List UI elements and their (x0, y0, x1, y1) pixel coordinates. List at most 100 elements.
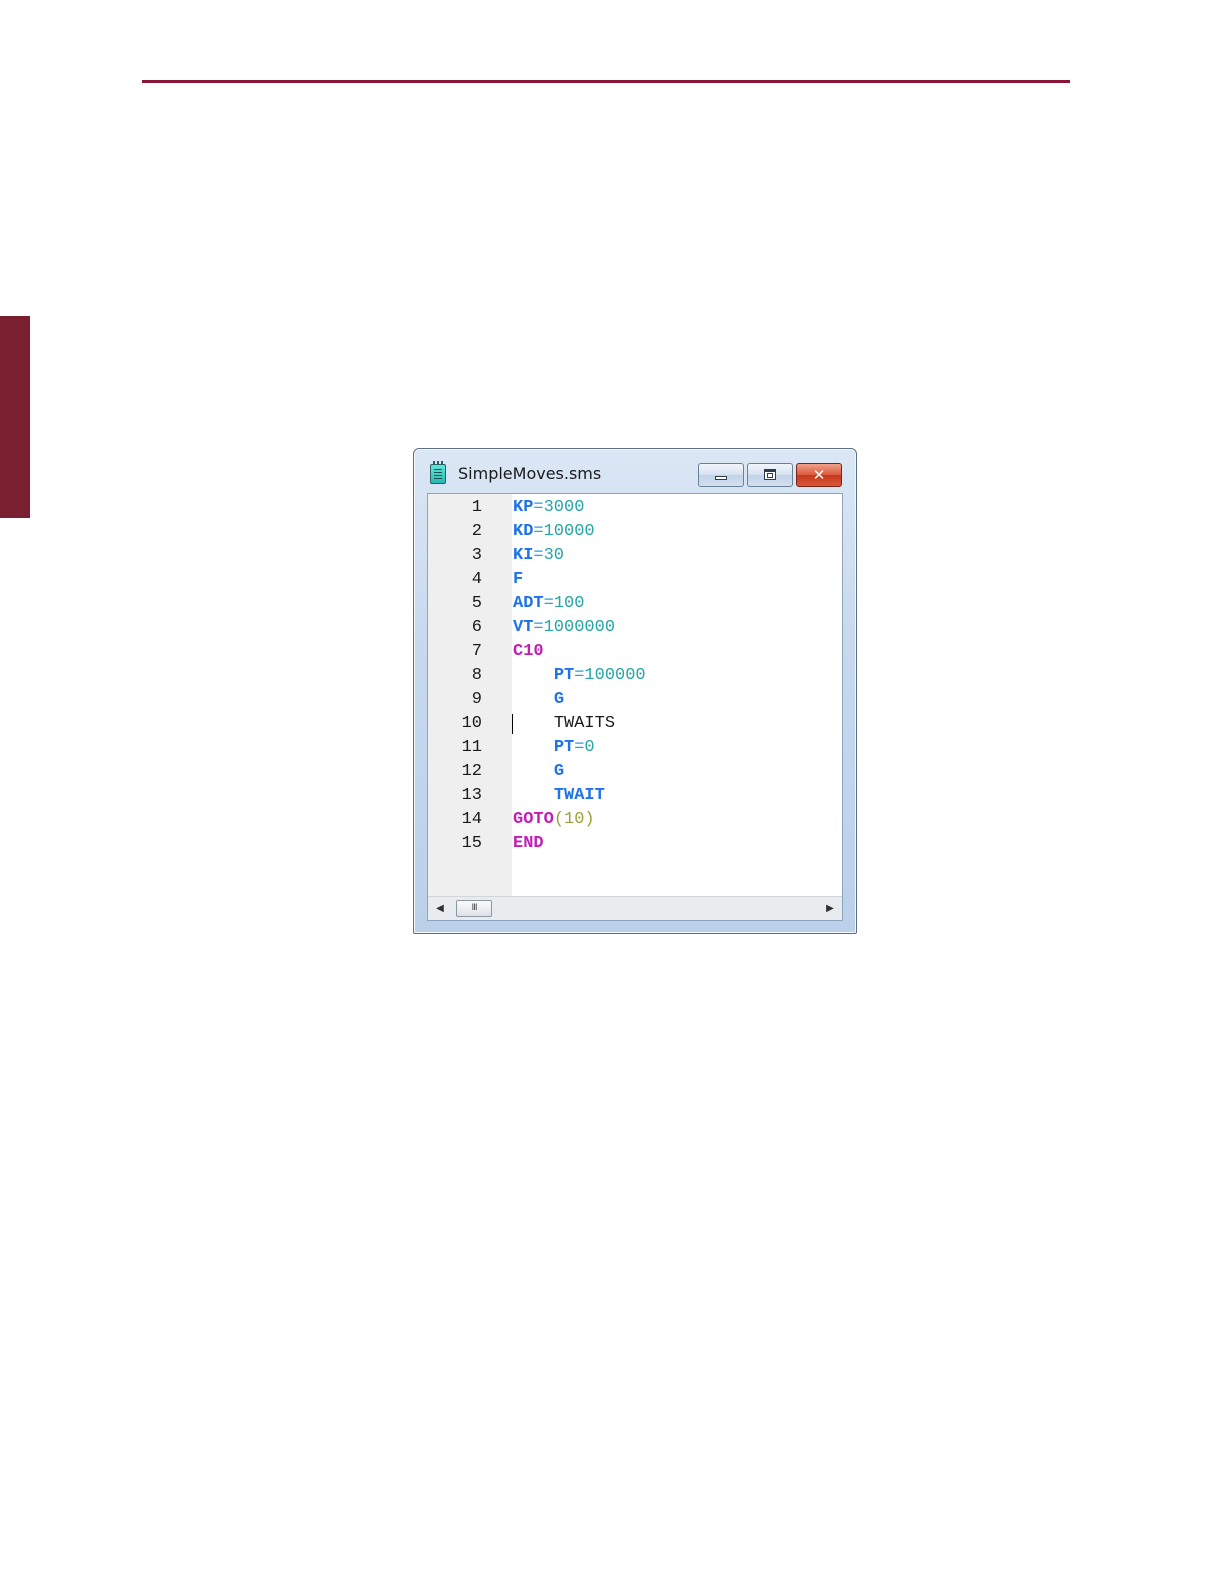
code-text: TWAITS (513, 712, 615, 736)
code-line[interactable]: 1 KP=3000 (428, 496, 842, 520)
close-icon: ✕ (812, 466, 826, 484)
text-caret (512, 714, 513, 734)
line-number: 1 (471, 498, 482, 517)
code-text: G (513, 688, 564, 712)
code-token: F (513, 570, 524, 589)
code-token: TWAIT (553, 786, 605, 805)
code-line[interactable]: 8 PT=100000 (428, 664, 842, 688)
code-token: PT (553, 738, 575, 757)
code-token: 30 (543, 546, 565, 565)
code-line[interactable]: 14 GOTO(10) (428, 808, 842, 832)
line-number: 15 (461, 834, 482, 853)
code-token: 100 (553, 594, 585, 613)
line-number: 2 (471, 522, 482, 541)
code-text: G (513, 760, 564, 784)
code-line[interactable]: 9 G (428, 688, 842, 712)
code-token: GOTO (513, 810, 554, 829)
scroll-thumb[interactable]: III (456, 900, 492, 917)
code-text: KD=10000 (513, 520, 595, 544)
code-token: G (553, 690, 565, 709)
code-token: = (574, 738, 585, 757)
code-line[interactable]: 4F (428, 568, 842, 592)
code-token: 100000 (584, 666, 646, 685)
code-line[interactable]: 7 C10 (428, 640, 842, 664)
code-lines: 1 KP=3000 2 KD=10000 3 KI=30 4 F 5 ADT=100 6 VT=100… (428, 496, 842, 856)
code-token: = (533, 618, 544, 637)
code-line[interactable]: 11 PT=0 (428, 736, 842, 760)
code-token: KP (513, 498, 534, 517)
line-number: 13 (461, 786, 482, 805)
line-number: 4 (471, 570, 482, 589)
code-text: C10 (513, 640, 544, 664)
line-number: 6 (471, 618, 482, 637)
code-text: PT=100000 (513, 664, 646, 688)
maximize-button[interactable] (747, 463, 793, 487)
code-token: = (533, 546, 544, 565)
code-editor[interactable]: 1 KP=3000 2 KD=10000 3 KI=30 4 F 5 ADT=100 6 VT=100… (427, 493, 843, 921)
scroll-right-icon[interactable]: ▶ (822, 901, 838, 917)
editor-window: SimpleMoves.sms ✕ 1 KP=3000 2 KD=10000 3 KI=3… (413, 448, 857, 934)
code-text: PT=0 (513, 736, 595, 760)
scroll-left-icon[interactable]: ◀ (432, 901, 448, 917)
minimize-button[interactable] (698, 463, 744, 487)
chapter-side-tab (0, 316, 30, 518)
code-token: END (513, 834, 544, 853)
code-text: GOTO(10) (513, 808, 595, 832)
code-token: C10 (513, 642, 544, 661)
code-token: = (533, 522, 544, 541)
line-number: 7 (471, 642, 482, 661)
code-line[interactable]: 13 TWAIT (428, 784, 842, 808)
code-token: G (553, 762, 565, 781)
code-line[interactable]: 2 KD=10000 (428, 520, 842, 544)
code-text: TWAIT (513, 784, 605, 808)
line-number: 3 (471, 546, 482, 565)
code-token: = (543, 594, 554, 613)
minimize-icon (715, 476, 727, 480)
code-text: END (513, 832, 544, 856)
code-token: 3000 (543, 498, 585, 517)
code-token: PT (553, 666, 575, 685)
code-token: 10000 (543, 522, 595, 541)
code-line[interactable]: 3 KI=30 (428, 544, 842, 568)
code-line[interactable]: 5 ADT=100 (428, 592, 842, 616)
code-token: (10) (553, 810, 595, 829)
code-line[interactable]: 12 G (428, 760, 842, 784)
window-title: SimpleMoves.sms (458, 464, 602, 483)
line-number: 10 (461, 714, 482, 733)
code-token: TWAITS (553, 714, 616, 733)
line-number: 12 (461, 762, 482, 781)
code-token: 1000000 (543, 618, 616, 637)
code-token: ADT (513, 594, 544, 613)
code-text: ADT=100 (513, 592, 584, 616)
horizontal-scrollbar[interactable]: ◀ III ▶ (428, 896, 842, 920)
code-token: 0 (584, 738, 595, 757)
line-number: 9 (471, 690, 482, 709)
header-rule (142, 80, 1070, 83)
line-number: 5 (471, 594, 482, 613)
close-button[interactable]: ✕ (796, 463, 842, 487)
line-number: 14 (461, 810, 482, 829)
code-text: F (513, 568, 523, 592)
code-line[interactable]: 6 VT=1000000 (428, 616, 842, 640)
code-token: KD (513, 522, 534, 541)
title-bar[interactable]: SimpleMoves.sms ✕ (414, 449, 856, 493)
code-text: VT=1000000 (513, 616, 615, 640)
code-line[interactable]: 15 END (428, 832, 842, 856)
code-token: VT (513, 618, 534, 637)
document-icon (430, 461, 446, 484)
line-number: 11 (461, 738, 482, 757)
code-line[interactable]: 10 TWAITS (428, 712, 842, 736)
code-text: KI=30 (513, 544, 564, 568)
line-number: 8 (471, 666, 482, 685)
code-token: = (533, 498, 544, 517)
code-text: KP=3000 (513, 496, 584, 520)
code-token: KI (513, 546, 534, 565)
code-token: = (574, 666, 585, 685)
maximize-icon (764, 469, 776, 480)
